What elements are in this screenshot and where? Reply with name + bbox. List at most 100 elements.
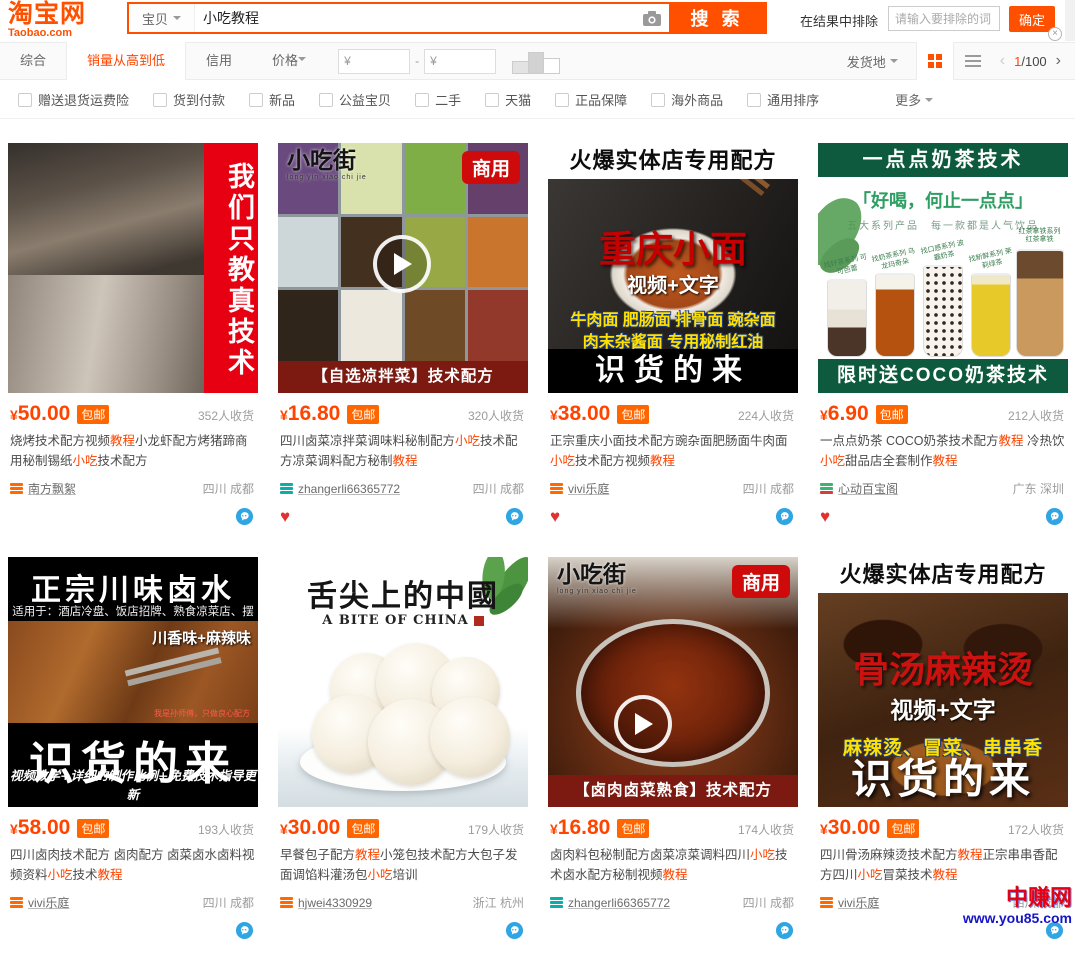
shop-icon[interactable] [550,896,563,909]
taobao-logo[interactable]: 淘宝网 Taobao.com [8,1,86,39]
list-view-button[interactable] [954,42,992,80]
wangwang-chat-icon[interactable] [1045,507,1068,526]
product-image[interactable]: 一点点奶茶技术 「好喝，何止一点点」 五大系列产品 每一款都是人气饮品 找好茶系… [818,143,1068,393]
wangwang-chat-icon[interactable] [775,921,798,940]
product-title-link[interactable]: 四川卤肉技术配方 卤肉配方 卤菜卤水卤料视频资料小吃技术教程 [10,845,258,885]
sort-tab-1[interactable]: 销量从高到低 [66,42,186,80]
price-min-input[interactable] [354,54,404,68]
filter-checkbox-2[interactable]: 新品 [249,90,295,109]
prev-page-icon[interactable]: ‹ [1000,52,1005,70]
free-shipping-badge: 包邮 [876,405,908,424]
product-image[interactable]: 舌尖上的中國 A BITE OF CHINA [278,557,528,807]
checkbox-icon[interactable] [319,93,333,107]
product-image[interactable]: 小吃街long yin xiao chi jie 商用 【自选凉拌菜】技术配方 [278,143,528,393]
product-card[interactable]: 小吃街long yin xiao chi jie 商用 【卤肉卤菜熟食】技术配方… [548,557,798,971]
sort-tab-2[interactable]: 信用 [186,42,252,80]
price-max-input[interactable] [440,54,490,68]
wangwang-chat-icon[interactable] [775,507,798,526]
shop-icon[interactable] [550,482,563,495]
sort-tab-0[interactable]: 综合 [0,42,66,80]
price-max-field[interactable]: ¥ [424,49,496,74]
ship-from-dropdown[interactable]: 发货地 [847,52,898,71]
product-title-link[interactable]: 早餐包子配方教程小笼包技术配方大包子发面调馅料灌汤包小吃培训 [280,845,528,885]
seller-name-link[interactable]: vivi乐庭 [28,894,69,911]
shop-icon[interactable] [10,482,23,495]
product-card[interactable]: 舌尖上的中國 A BITE OF CHINA ¥ 30.00 包邮 179人收货… [278,557,528,971]
seller-name-link[interactable]: vivi乐庭 [838,894,879,911]
product-card[interactable]: 小吃街long yin xiao chi jie 商用 【自选凉拌菜】技术配方 … [278,143,528,557]
product-title-link[interactable]: 正宗重庆小面技术配方豌杂面肥肠面牛肉面小吃技术配方视频教程 [550,431,798,471]
product-title-link[interactable]: 烧烤技术配方视频教程小龙虾配方烤猪蹄商用秘制锡纸小吃技术配方 [10,431,258,471]
product-title-link[interactable]: 四川骨汤麻辣烫技术配方教程正宗串串香配方四川小吃冒菜技术教程 [820,845,1068,885]
filter-checkbox-7[interactable]: 海外商品 [651,90,723,109]
price-value: 16.80 [288,402,341,426]
product-card[interactable]: 一点点奶茶技术 「好喝，何止一点点」 五大系列产品 每一款都是人气饮品 找好茶系… [818,143,1068,557]
checkbox-icon[interactable] [555,93,569,107]
shop-icon[interactable] [820,482,833,495]
watermark-url: www.you85.com [963,911,1072,926]
checkbox-icon[interactable] [651,93,665,107]
sort-tab-3[interactable]: 价格 [252,42,326,80]
filter-checkbox-4[interactable]: 二手 [415,90,461,109]
wangwang-chat-icon[interactable] [235,921,258,940]
search-input[interactable] [195,4,635,32]
logo-title: 淘宝网 [8,1,86,26]
product-card[interactable]: 我们只教真技术 ¥ 50.00 包邮 352人收货 烧烤技术配方视频教程小龙虾配… [8,143,258,557]
filter-checkbox-5[interactable]: 天猫 [485,90,531,109]
filter-checkbox-0[interactable]: 赠送退货运费险 [18,90,129,109]
checkbox-icon[interactable] [485,93,499,107]
video-play-icon[interactable] [614,695,672,753]
price-min-field[interactable]: ¥ [338,49,410,74]
product-image[interactable]: 正宗川味卤水 适用于：酒店冷盘、饭店招牌、熟食凉菜店、摆摊 川香味+麻辣味 我是… [8,557,258,807]
scrollbar-strip[interactable] [1065,0,1075,41]
filter-checkbox-1[interactable]: 货到付款 [153,90,225,109]
price-range-histogram[interactable] [512,48,560,74]
deal-count: 352人收货 [198,407,258,424]
filter-checkbox-3[interactable]: 公益宝贝 [319,90,391,109]
shop-icon[interactable] [280,896,293,909]
checkbox-icon[interactable] [18,93,32,107]
product-card[interactable]: 正宗川味卤水 适用于：酒店冷盘、饭店招牌、熟食凉菜店、摆摊 川香味+麻辣味 我是… [8,557,258,971]
shop-icon[interactable] [820,896,833,909]
price-value: 50.00 [18,402,71,426]
seller-name-link[interactable]: zhangerli66365772 [298,482,400,496]
seller-name-link[interactable]: 心动百宝阁 [838,480,898,497]
exclude-confirm-button[interactable]: 确定 [1009,6,1055,32]
seller-name-link[interactable]: hjwei4330929 [298,896,372,910]
search-category-dropdown[interactable]: 宝贝 [129,4,195,32]
filter-checkbox-8[interactable]: 通用排序 [747,90,819,109]
product-title-link[interactable]: 一点点奶茶 COCO奶茶技术配方教程 冷热饮小吃甜品店全套制作教程 [820,431,1068,471]
product-card[interactable]: 火爆实体店专用配方 重庆小面 视频+文字 牛肉面 肥肠面 排骨面 豌杂面 肉末杂… [548,143,798,557]
product-image[interactable]: 火爆实体店专用配方 骨汤麻辣烫 视频+文字 麻辣烫、冒菜、串串香 识货的来 [818,557,1068,807]
next-page-icon[interactable]: › [1056,52,1061,70]
product-title-link[interactable]: 卤肉料包秘制配方卤菜凉菜调料四川小吃技术卤水配方秘制视频教程 [550,845,798,885]
more-label: 更多 [895,90,921,109]
food-photo-ad: 小吃街long yin xiao chi jie 商用 【卤肉卤菜熟食】技术配方 [548,557,798,807]
image-search-camera-button[interactable] [635,4,669,32]
checkbox-icon[interactable] [153,93,167,107]
wangwang-chat-icon[interactable] [505,507,528,526]
seller-name-link[interactable]: zhangerli66365772 [568,896,670,910]
product-image[interactable]: 我们只教真技术 [8,143,258,393]
grid-view-button[interactable] [916,42,954,80]
search-button[interactable]: 搜 索 [669,4,765,32]
exclude-input[interactable] [888,6,1000,31]
filter-checkbox-6[interactable]: 正品保障 [555,90,627,109]
product-image[interactable]: 小吃街long yin xiao chi jie 商用 【卤肉卤菜熟食】技术配方 [548,557,798,807]
seller-icons-row: ♥ [10,506,258,526]
wangwang-chat-icon[interactable] [235,507,258,526]
more-filters-link[interactable]: 更多 [895,90,933,109]
checkbox-icon[interactable] [747,93,761,107]
image-footer-text: 视频教学+详细的制作比例+免费技术指导更新 [8,765,258,803]
seller-name-link[interactable]: 南方飘絮 [28,480,76,497]
wangwang-chat-icon[interactable] [505,921,528,940]
close-icon[interactable]: × [1048,27,1062,41]
product-image[interactable]: 火爆实体店专用配方 重庆小面 视频+文字 牛肉面 肥肠面 排骨面 豌杂面 肉末杂… [548,143,798,393]
product-title-link[interactable]: 四川卤菜凉拌菜调味料秘制配方小吃技术配方凉菜调料配方秘制教程 [280,431,528,471]
shop-icon[interactable] [280,482,293,495]
seller-name-link[interactable]: vivi乐庭 [568,480,609,497]
shop-icon[interactable] [10,896,23,909]
checkbox-icon[interactable] [415,93,429,107]
video-play-icon[interactable] [373,235,431,293]
checkbox-icon[interactable] [249,93,263,107]
